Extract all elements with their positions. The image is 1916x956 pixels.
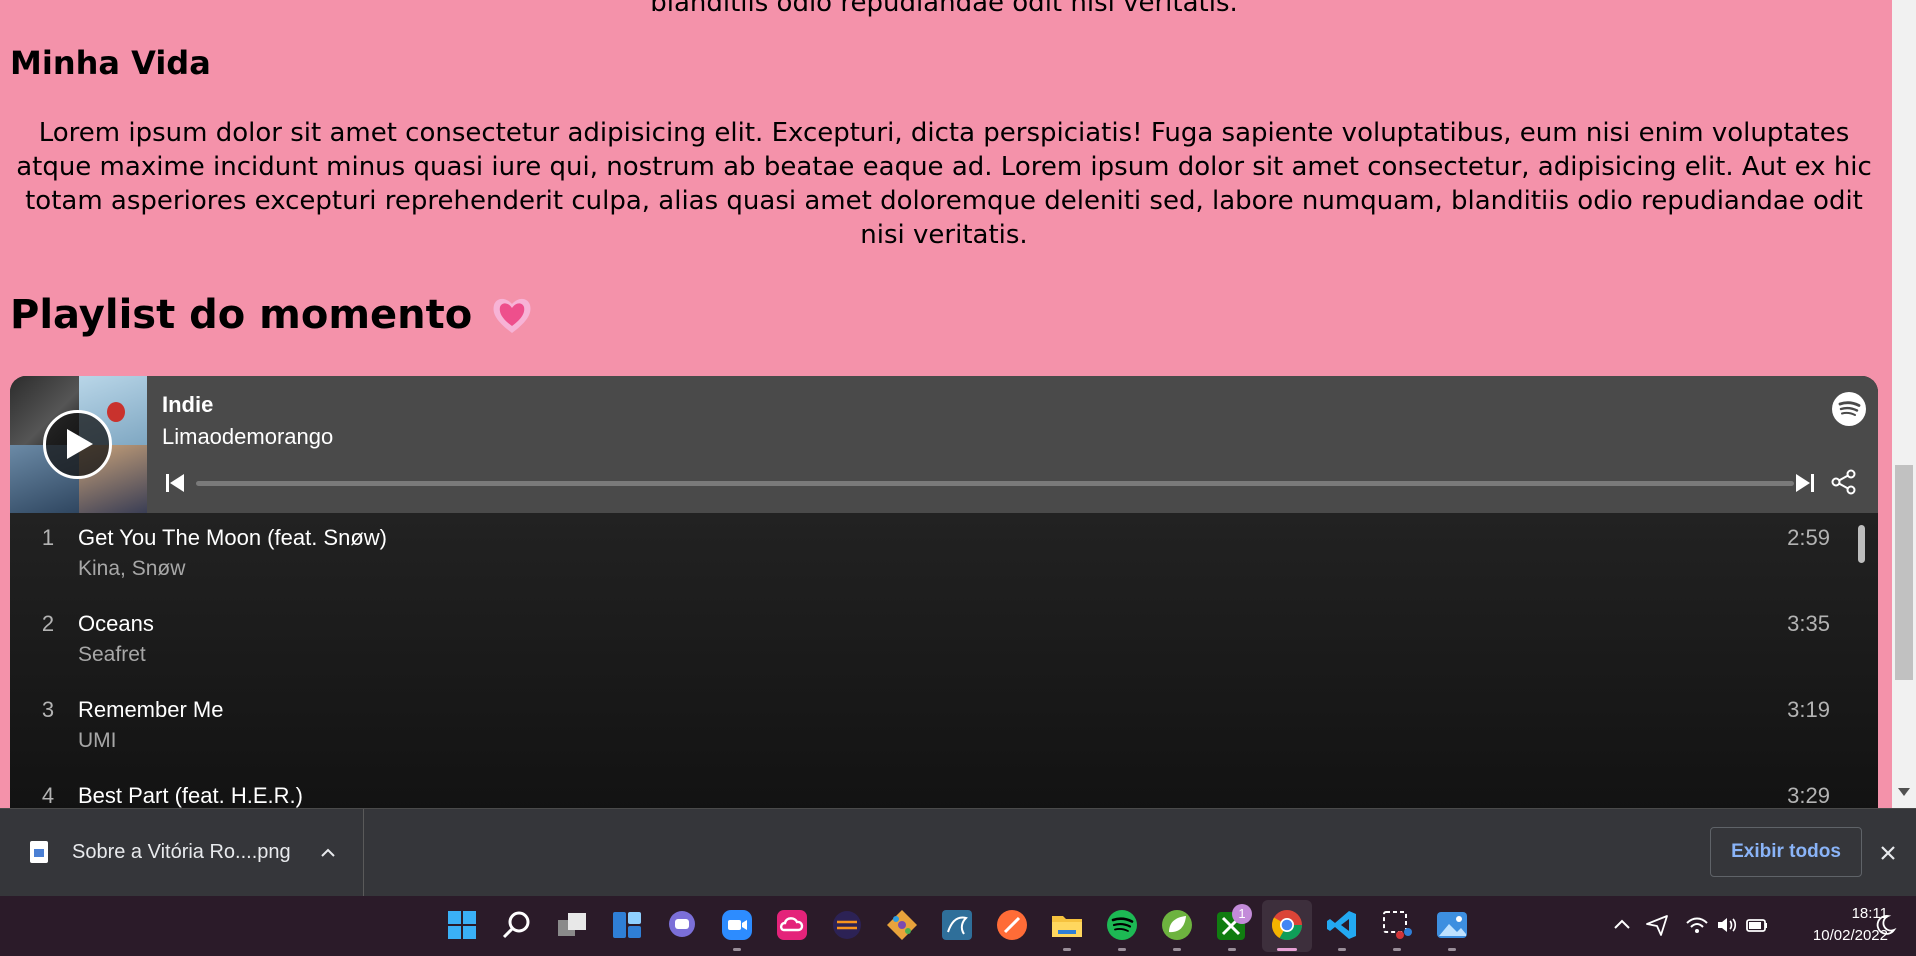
track-number: 2 [41,611,55,636]
web-page: blanditiis odio repudiandae odit nisi ve… [0,0,1896,808]
track-number: 4 [41,783,55,808]
skip-previous-icon[interactable] [164,472,186,494]
task-view-icon[interactable] [555,908,589,942]
track-list-scrollbar[interactable] [1858,525,1865,563]
send-icon[interactable] [1644,912,1670,938]
vscode-icon[interactable] [1325,908,1359,942]
track-title: Get You The Moon (feat. Snøw) [78,525,387,550]
notification-badge: 1 [1232,904,1252,924]
pink-heart-icon [493,298,531,333]
track-row[interactable]: 1 Get You The Moon (feat. Snøw) Kina, Sn… [10,513,1878,599]
about-paragraph: Lorem ipsum dolor sit amet consectetur a… [16,118,1872,250]
progress-bar[interactable] [196,481,1794,486]
mysql-workbench-icon[interactable] [940,908,974,942]
track-artist[interactable]: Kina, Snøw [78,557,185,581]
play-icon [67,429,94,460]
track-title: Remember Me [78,697,224,722]
snipping-tool-icon[interactable] [1380,908,1414,942]
windows-taskbar: 1 18:11 10/02/2022 [0,896,1916,956]
do-not-disturb-moon-icon[interactable] [1872,912,1898,938]
image-file-icon [30,841,48,863]
spotify-logo-icon[interactable] [1832,392,1866,426]
chrome-icon[interactable] [1270,908,1304,942]
spotify-embed: Indie Limaodemorango 1 Get You The Moon … [10,376,1878,808]
track-title: Best Part (feat. H.E.R.) [78,783,303,808]
playlist-heading-text: Playlist do momento [10,292,473,338]
file-explorer-icon[interactable] [1050,908,1084,942]
section-title: Minha Vida [10,44,211,82]
page-scrollbar[interactable] [1892,0,1916,808]
playlist-owner[interactable]: Limaodemorango [162,424,333,450]
volume-icon[interactable] [1714,912,1740,938]
track-number: 1 [41,525,55,550]
playlist-name[interactable]: Indie [162,392,213,418]
download-file-name[interactable]: Sobre a Vitória Ro....png [72,841,291,864]
embed-header: Indie Limaodemorango [10,376,1878,513]
track-title: Oceans [78,611,154,636]
battery-icon[interactable] [1744,912,1770,938]
track-list: 1 Get You The Moon (feat. Snøw) Kina, Sn… [10,513,1878,808]
skip-next-icon[interactable] [1794,472,1816,494]
teams-chat-icon[interactable] [665,908,699,942]
paragraph-cut-line: blanditiis odio repudiandae odit nisi ve… [650,0,1238,18]
spotify-icon[interactable] [1105,908,1139,942]
eclipse-icon[interactable] [830,908,864,942]
playlist-heading: Playlist do momento [10,292,534,338]
git-icon[interactable] [885,908,919,942]
widgets-icon[interactable] [610,908,644,942]
active-app-indicator [1277,948,1297,951]
download-bar: Sobre a Vitória Ro....png Exibir todos [0,808,1916,897]
spring-tools-icon[interactable] [1160,908,1194,942]
zoom-icon[interactable] [720,908,754,942]
track-duration: 2:59 [1787,525,1830,550]
track-row[interactable]: 3 Remember Me UMI 3:19 [10,685,1878,771]
creative-cloud-icon[interactable] [775,908,809,942]
playlist-cover[interactable] [10,376,147,513]
postman-icon[interactable] [995,908,1029,942]
photos-icon[interactable] [1435,908,1469,942]
search-icon[interactable] [500,908,534,942]
track-duration: 3:19 [1787,697,1830,722]
download-item[interactable]: Sobre a Vitória Ro....png [0,809,364,897]
chevron-up-icon[interactable] [1609,912,1635,938]
track-artist[interactable]: Seafret [78,643,146,667]
windows-start-icon[interactable] [445,908,479,942]
track-row[interactable]: 2 Oceans Seafret 3:35 [10,599,1878,685]
close-icon[interactable] [1878,843,1898,863]
track-row[interactable]: 4 Best Part (feat. H.E.R.) 3:29 [10,771,1878,808]
track-duration: 3:29 [1787,783,1830,808]
play-button[interactable] [43,410,112,479]
scrollbar-thumb[interactable] [1895,465,1913,680]
chevron-up-icon[interactable] [318,843,338,863]
wifi-icon[interactable] [1684,912,1710,938]
track-artist[interactable]: UMI [78,729,117,753]
track-number: 3 [41,697,55,722]
scroll-down-arrow-icon[interactable] [1898,788,1910,796]
share-icon[interactable] [1830,468,1858,496]
track-duration: 3:35 [1787,611,1830,636]
show-all-button[interactable]: Exibir todos [1710,827,1862,877]
